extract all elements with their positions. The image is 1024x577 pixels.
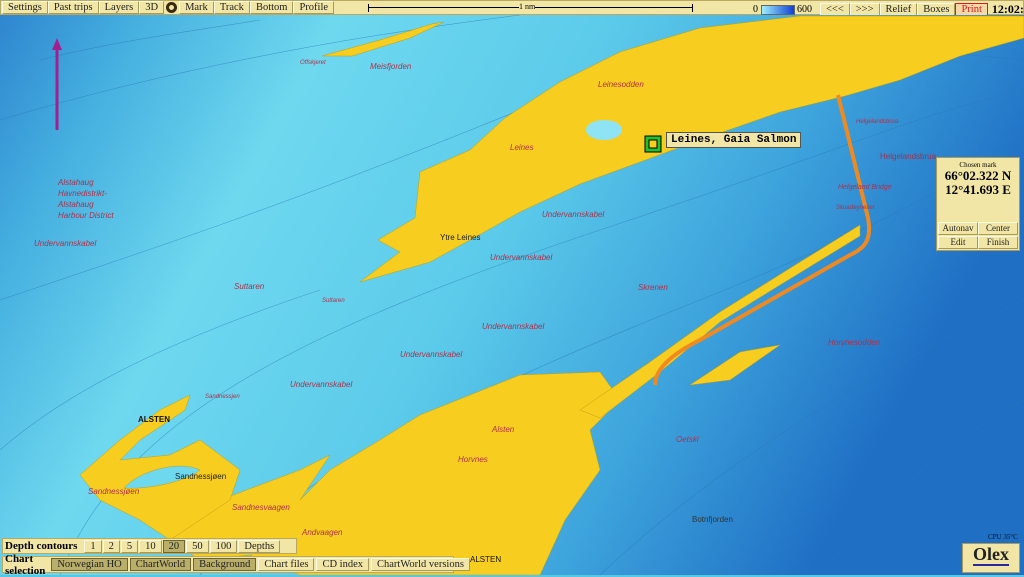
map-label: Skuadøyneset bbox=[836, 205, 875, 211]
norwegian-ho-button[interactable]: Norwegian HO bbox=[51, 558, 128, 571]
contour-20-button[interactable]: 20 bbox=[162, 539, 186, 553]
cpu-temperature: CPU 35°C bbox=[988, 533, 1018, 541]
map-label: Helgeland Bridge bbox=[838, 184, 892, 191]
map-label: Horvnesodden bbox=[828, 338, 881, 347]
chart-selection-label: Chart selection bbox=[5, 552, 46, 577]
edit-button[interactable]: Edit bbox=[938, 236, 978, 249]
map-label: Offskjeret bbox=[300, 60, 326, 66]
autonav-button[interactable]: Autonav bbox=[938, 222, 978, 235]
longitude: 12°41.693 E bbox=[945, 182, 1011, 197]
contour-50-button[interactable]: 50 bbox=[186, 539, 209, 553]
depth-contours-label: Depth contours bbox=[5, 540, 78, 552]
map-label: Suttaren bbox=[234, 282, 265, 291]
map-label: Helgelandsbrua bbox=[880, 152, 937, 161]
map-label: Sandnesvaagen bbox=[232, 503, 290, 512]
center-button[interactable]: Center bbox=[978, 222, 1018, 235]
map-label: ALSTEN bbox=[138, 415, 170, 424]
map-label: Undervannskabel bbox=[490, 253, 553, 262]
map-label: Undervannskabel bbox=[400, 350, 463, 359]
mark-label[interactable]: Leines, Gaia Salmon bbox=[666, 132, 802, 148]
contour-1-button[interactable]: 1 bbox=[84, 539, 102, 553]
contour-2-button[interactable]: 2 bbox=[102, 539, 120, 553]
map-label: Helgelandsbrua bbox=[856, 119, 899, 125]
map-label: Alstahaug bbox=[58, 200, 94, 209]
chartworld-button[interactable]: ChartWorld bbox=[129, 558, 192, 571]
map-label: ALSTEN bbox=[470, 555, 502, 564]
lake bbox=[586, 120, 622, 140]
map-label: Oetski bbox=[676, 435, 699, 444]
depths-button[interactable]: Depths bbox=[238, 539, 281, 553]
map-label: Undervannskabel bbox=[542, 210, 605, 219]
mark-button[interactable]: Mark bbox=[179, 1, 214, 14]
map-label: Undervannskabel bbox=[34, 239, 97, 248]
map-label: Leinesodden bbox=[598, 80, 644, 89]
contour-10-button[interactable]: 10 bbox=[139, 539, 162, 553]
scale-bar: 1 nm bbox=[368, 2, 693, 12]
map-label: Leines bbox=[510, 143, 534, 152]
mark-target-icon[interactable] bbox=[166, 2, 178, 13]
scale-label: 1 nm bbox=[519, 2, 536, 11]
chart-map[interactable] bbox=[0, 15, 1024, 575]
map-label: Ytre Leines bbox=[440, 233, 481, 242]
map-label: Suttaren bbox=[322, 298, 345, 304]
chart-files-button[interactable]: Chart files bbox=[258, 558, 315, 571]
depth-color-scale[interactable] bbox=[761, 4, 795, 15]
map-label: Sandnessjøen bbox=[175, 472, 227, 481]
map-label: Sandnessjen bbox=[205, 394, 240, 400]
finish-button[interactable]: Finish bbox=[978, 236, 1018, 249]
cd-index-button[interactable]: CD index bbox=[316, 558, 369, 571]
past-trips-button[interactable]: Past trips bbox=[47, 1, 99, 14]
map-label: Horvnes bbox=[458, 455, 488, 464]
settings-button[interactable]: Settings bbox=[2, 1, 48, 14]
map-label: Meisfjorden bbox=[370, 62, 412, 71]
latitude: 66°02.322 N bbox=[944, 168, 1012, 183]
3d-button[interactable]: 3D bbox=[139, 1, 165, 14]
map-label: Undervannskabel bbox=[290, 380, 353, 389]
background-button[interactable]: Background bbox=[193, 558, 257, 571]
depth-contours-bar: Depth contours 1 2 5 10 20 50 100 Depths bbox=[2, 538, 297, 554]
map-label: Sandnessjøen bbox=[88, 487, 140, 496]
track-button[interactable]: Track bbox=[213, 1, 250, 14]
chartworld-versions-button[interactable]: ChartWorld versions bbox=[371, 558, 470, 571]
map-label: Alstahaug bbox=[58, 178, 94, 187]
top-toolbar: Settings Past trips Layers 3D Mark Track… bbox=[0, 0, 1024, 16]
chosen-mark-panel: Chosen mark 66°02.322 N 12°41.693 E Auto… bbox=[936, 157, 1020, 251]
layers-button[interactable]: Layers bbox=[98, 1, 140, 14]
depth-min: 0 bbox=[753, 4, 758, 15]
chart-selection-bar: Chart selection Norwegian HO ChartWorld … bbox=[2, 553, 470, 577]
map-label: Havnedistrikt- bbox=[58, 189, 107, 198]
map-label: Harbour District bbox=[58, 211, 114, 220]
olex-logo: Olex bbox=[962, 543, 1020, 573]
contour-5-button[interactable]: 5 bbox=[120, 539, 139, 553]
contour-100-button[interactable]: 100 bbox=[209, 539, 238, 553]
depth-max: 600 bbox=[797, 4, 812, 15]
map-label: Undervannskabel bbox=[482, 322, 545, 331]
map-label: Skrenen bbox=[638, 283, 668, 292]
map-label: Botnfjorden bbox=[692, 515, 733, 524]
map-label: Andvaagen bbox=[302, 528, 343, 537]
map-label: Alsten bbox=[492, 425, 515, 434]
profile-button[interactable]: Profile bbox=[293, 1, 335, 14]
bottom-button[interactable]: Bottom bbox=[249, 1, 294, 14]
